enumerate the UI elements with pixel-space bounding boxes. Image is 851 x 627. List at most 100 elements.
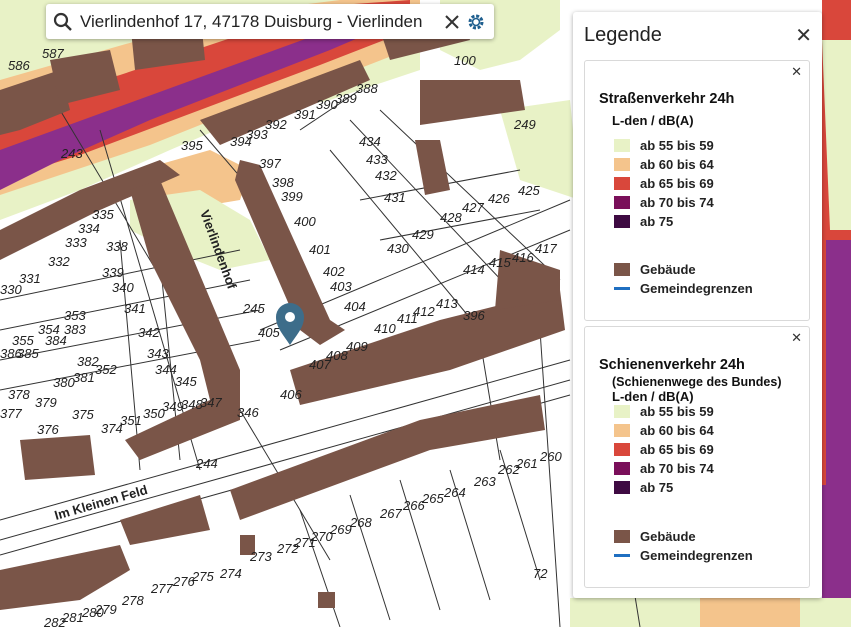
legend-boundary: Gemeindegrenzen bbox=[614, 281, 753, 296]
house-number: 402 bbox=[323, 264, 345, 279]
house-number: 338 bbox=[106, 239, 128, 254]
house-number: 266 bbox=[402, 498, 425, 513]
house-number: 100 bbox=[454, 53, 476, 68]
close-icon[interactable]: ✕ bbox=[795, 26, 812, 46]
house-number: 276 bbox=[172, 574, 195, 589]
house-number: 405 bbox=[258, 325, 280, 340]
house-number: 427 bbox=[462, 200, 484, 215]
legend-boundary: Gemeindegrenzen bbox=[614, 548, 753, 563]
gear-icon[interactable] bbox=[464, 10, 488, 34]
search-icon[interactable] bbox=[52, 11, 74, 33]
house-number: 399 bbox=[281, 189, 303, 204]
house-number: 264 bbox=[443, 485, 466, 500]
house-number: 413 bbox=[436, 296, 458, 311]
house-number: 400 bbox=[294, 214, 316, 229]
house-number: 375 bbox=[72, 407, 94, 422]
house-number: 430 bbox=[387, 241, 409, 256]
house-number: 345 bbox=[175, 374, 197, 389]
legend-class: ab 55 bis 59 bbox=[614, 138, 714, 153]
house-number: 395 bbox=[181, 138, 203, 153]
legend-rail-card: ✕ Schienenverkehr 24h (Schienenwege des … bbox=[584, 326, 810, 588]
house-number: 417 bbox=[535, 241, 557, 256]
legend-road-unit: L-den / dB(A) bbox=[612, 113, 694, 128]
legend-rail-subtitle: (Schienenwege des Bundes) bbox=[612, 375, 782, 389]
house-number: 407 bbox=[309, 357, 331, 372]
house-number: 429 bbox=[412, 227, 434, 242]
legend-class: ab 55 bis 59 bbox=[614, 404, 714, 419]
house-number: 263 bbox=[473, 474, 496, 489]
house-number: 351 bbox=[120, 413, 142, 428]
legend-class: ab 75 bbox=[614, 480, 673, 495]
house-number: 260 bbox=[539, 449, 562, 464]
house-number: 344 bbox=[155, 362, 177, 377]
house-number: 396 bbox=[463, 308, 485, 323]
house-number: 244 bbox=[195, 456, 218, 471]
legend-building: Gebäude bbox=[614, 529, 696, 544]
search-bar[interactable]: Vierlindenhof 17, 47178 Duisburg - Vierl… bbox=[46, 4, 494, 39]
house-number: 384 bbox=[45, 333, 67, 348]
house-number: 272 bbox=[276, 541, 299, 556]
house-number: 267 bbox=[379, 506, 402, 521]
house-number: 340 bbox=[112, 280, 134, 295]
legend-rail-title: Schienenverkehr 24h bbox=[599, 357, 745, 373]
close-icon[interactable]: ✕ bbox=[791, 64, 802, 80]
house-number: 416 bbox=[512, 250, 534, 265]
search-input[interactable]: Vierlindenhof 17, 47178 Duisburg - Vierl… bbox=[74, 12, 440, 32]
house-number: 350 bbox=[143, 406, 165, 421]
house-number: 586 bbox=[8, 58, 30, 73]
legend-rail-unit: L-den / dB(A) bbox=[612, 389, 694, 404]
house-number: 353 bbox=[64, 308, 86, 323]
legend-class: ab 65 bis 69 bbox=[614, 442, 714, 457]
house-number: 346 bbox=[237, 405, 259, 420]
house-number: 383 bbox=[64, 322, 86, 337]
house-number: 425 bbox=[518, 183, 540, 198]
house-number: 404 bbox=[344, 299, 366, 314]
house-number: 273 bbox=[249, 549, 272, 564]
house-number: 332 bbox=[48, 254, 70, 269]
legend-panel: Legende ✕ ✕ Straßenverkehr 24h L-den / d… bbox=[573, 12, 822, 598]
house-number: 335 bbox=[92, 207, 114, 222]
house-number: 333 bbox=[65, 235, 87, 250]
house-number: 347 bbox=[200, 395, 222, 410]
location-pin-icon[interactable] bbox=[276, 303, 304, 345]
close-icon[interactable]: ✕ bbox=[791, 330, 802, 346]
house-number: 389 bbox=[335, 91, 357, 106]
house-number: 277 bbox=[150, 581, 173, 596]
house-number: 339 bbox=[102, 265, 124, 280]
house-number: 386 bbox=[0, 346, 22, 361]
house-number: 341 bbox=[124, 301, 146, 316]
house-number: 415 bbox=[489, 255, 511, 270]
house-number: 426 bbox=[488, 191, 510, 206]
house-number: 377 bbox=[0, 406, 22, 421]
house-number: 432 bbox=[375, 168, 397, 183]
house-number: 414 bbox=[463, 262, 485, 277]
house-number: 587 bbox=[42, 46, 64, 61]
close-icon[interactable] bbox=[440, 10, 464, 34]
house-number: 434 bbox=[359, 134, 381, 149]
house-number: 411 bbox=[397, 311, 418, 326]
house-number: 72 bbox=[533, 566, 548, 581]
house-number: 245 bbox=[242, 301, 265, 316]
house-number: 409 bbox=[346, 339, 368, 354]
house-number: 261 bbox=[515, 456, 538, 471]
house-number: 352 bbox=[95, 362, 117, 377]
house-number: 343 bbox=[147, 346, 169, 361]
house-number: 379 bbox=[35, 395, 57, 410]
house-number: 342 bbox=[138, 325, 160, 340]
house-number: 433 bbox=[366, 152, 388, 167]
house-number: 391 bbox=[294, 107, 316, 122]
legend-class: ab 60 bis 64 bbox=[614, 157, 714, 172]
legend-class: ab 60 bis 64 bbox=[614, 423, 714, 438]
house-number: 249 bbox=[513, 117, 536, 132]
house-number: 274 bbox=[219, 566, 242, 581]
house-number: 401 bbox=[309, 242, 331, 257]
house-number: 378 bbox=[8, 387, 30, 402]
legend-class: ab 70 bis 74 bbox=[614, 195, 714, 210]
house-number: 334 bbox=[78, 221, 100, 236]
house-number: 403 bbox=[330, 279, 352, 294]
house-number: 428 bbox=[440, 210, 462, 225]
house-number: 268 bbox=[349, 515, 372, 530]
house-number: 392 bbox=[265, 117, 287, 132]
house-number: 282 bbox=[43, 615, 66, 627]
legend-road-title: Straßenverkehr 24h bbox=[599, 91, 735, 107]
